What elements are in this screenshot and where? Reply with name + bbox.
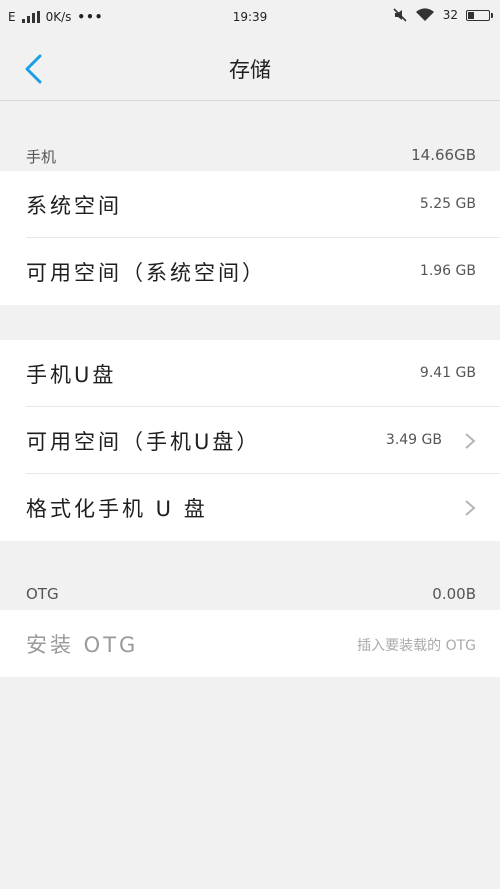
format-udisk-row[interactable]: 格式化手机 U 盘 bbox=[0, 474, 500, 541]
page-title: 存储 bbox=[229, 58, 271, 82]
otg-storage-card: 安装 OTG 插入要装载的 OTG bbox=[0, 610, 500, 677]
chevron-right-icon bbox=[465, 433, 476, 449]
system-space-row: 系统空间 5.25 GB bbox=[0, 171, 500, 238]
install-otg-row: 安装 OTG 插入要装载的 OTG bbox=[0, 610, 500, 677]
status-bar: E 0K/s ••• 19:39 32 bbox=[0, 0, 500, 34]
section-header-otg: OTG 0.00B bbox=[0, 579, 500, 609]
row-value: 1.96 GB bbox=[419, 263, 476, 279]
row-label: 格式化手机 U 盘 bbox=[26, 497, 208, 521]
udisk-row: 手机U盘 9.41 GB bbox=[0, 340, 500, 407]
section-header-phone: 手机 14.66GB bbox=[0, 140, 500, 170]
row-label: 可用空间（系统空间） bbox=[26, 261, 266, 285]
battery-icon bbox=[466, 9, 493, 21]
chevron-right-icon bbox=[465, 500, 476, 516]
row-value: 5.25 GB bbox=[419, 196, 476, 212]
row-label: 安装 OTG bbox=[26, 633, 139, 657]
clock: 19:39 bbox=[232, 10, 268, 24]
row-value: 3.49 GB bbox=[385, 432, 442, 448]
section-label: OTG bbox=[26, 585, 59, 603]
system-available-row: 可用空间（系统空间） 1.96 GB bbox=[0, 238, 500, 305]
phone-storage-card: 系统空间 5.25 GB 可用空间（系统空间） 1.96 GB bbox=[0, 171, 500, 305]
section-label: 手机 bbox=[26, 148, 57, 166]
header-bar: 存储 bbox=[0, 34, 500, 101]
battery-percent: 32 bbox=[442, 8, 458, 22]
row-value: 插入要装载的 OTG bbox=[357, 638, 476, 654]
row-value: 9.41 GB bbox=[419, 365, 476, 381]
section-total: 14.66GB bbox=[411, 146, 476, 164]
row-label: 系统空间 bbox=[26, 194, 122, 218]
udisk-available-row[interactable]: 可用空间（手机U盘） 3.49 GB bbox=[0, 407, 500, 474]
mute-icon bbox=[393, 8, 407, 22]
udisk-storage-card: 手机U盘 9.41 GB 可用空间（手机U盘） 3.49 GB 格式化手机 U … bbox=[0, 340, 500, 541]
section-total: 0.00B bbox=[432, 585, 476, 603]
wifi-icon bbox=[415, 8, 434, 21]
row-label: 手机U盘 bbox=[26, 363, 117, 387]
row-label: 可用空间（手机U盘） bbox=[26, 430, 261, 454]
